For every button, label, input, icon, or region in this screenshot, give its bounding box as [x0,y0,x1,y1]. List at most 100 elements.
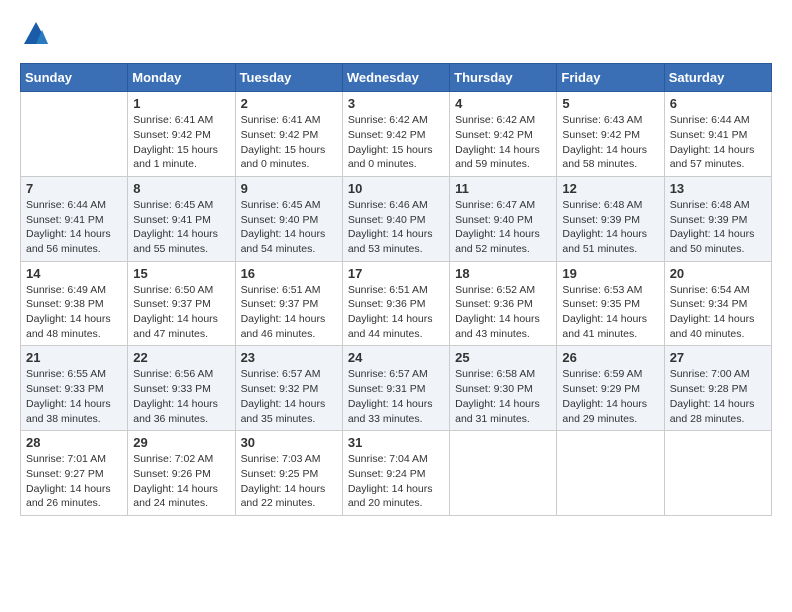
calendar-cell [21,92,128,177]
calendar-table: SundayMondayTuesdayWednesdayThursdayFrid… [20,63,772,516]
day-info: Sunrise: 6:53 AM Sunset: 9:35 PM Dayligh… [562,283,658,342]
day-number: 22 [133,350,229,365]
calendar-cell: 7 Sunrise: 6:44 AM Sunset: 9:41 PM Daylig… [21,176,128,261]
col-header-friday: Friday [557,64,664,92]
day-info: Sunrise: 7:00 AM Sunset: 9:28 PM Dayligh… [670,367,766,426]
calendar-cell: 30Sunrise: 7:03 AM Sunset: 9:25 PM Dayli… [235,431,342,516]
day-number: 16 [241,266,337,281]
calendar-cell: 6 Sunrise: 6:44 AM Sunset: 9:41 PM Daylig… [664,92,771,177]
day-info: Sunrise: 6:43 AM Sunset: 9:42 PM Dayligh… [562,113,658,172]
calendar-cell: 4Sunrise: 6:42 AM Sunset: 9:42 PM Daylig… [450,92,557,177]
day-info: Sunrise: 7:04 AM Sunset: 9:24 PM Dayligh… [348,452,444,511]
calendar-cell [664,431,771,516]
logo [20,20,50,53]
calendar-cell: 21 Sunrise: 6:55 AM Sunset: 9:33 PM Dayli… [21,346,128,431]
day-info: Sunrise: 6:57 AM Sunset: 9:31 PM Dayligh… [348,367,444,426]
calendar-week-1: 7 Sunrise: 6:44 AM Sunset: 9:41 PM Daylig… [21,176,772,261]
day-info: Sunrise: 6:58 AM Sunset: 9:30 PM Dayligh… [455,367,551,426]
calendar-cell: 13 Sunrise: 6:48 AM Sunset: 9:39 PM Dayli… [664,176,771,261]
day-number: 26 [562,350,658,365]
day-number: 30 [241,435,337,450]
day-info: Sunrise: 6:44 AM Sunset: 9:41 PM Dayligh… [670,113,766,172]
day-number: 1 [133,96,229,111]
day-info: Sunrise: 6:49 AM Sunset: 9:38 PM Dayligh… [26,283,122,342]
calendar-cell: 22 Sunrise: 6:56 AM Sunset: 9:33 PM Dayli… [128,346,235,431]
calendar-cell: 12 Sunrise: 6:48 AM Sunset: 9:39 PM Dayli… [557,176,664,261]
day-info: Sunrise: 6:45 AM Sunset: 9:41 PM Dayligh… [133,198,229,257]
day-info: Sunrise: 6:55 AM Sunset: 9:33 PM Dayligh… [26,367,122,426]
day-info: Sunrise: 6:59 AM Sunset: 9:29 PM Dayligh… [562,367,658,426]
calendar-cell: 3 Sunrise: 6:42 AM Sunset: 9:42 PM Daylig… [342,92,449,177]
day-info: Sunrise: 6:41 AM Sunset: 9:42 PM Dayligh… [241,113,337,172]
col-header-monday: Monday [128,64,235,92]
day-info: Sunrise: 6:46 AM Sunset: 9:40 PM Dayligh… [348,198,444,257]
day-number: 3 [348,96,444,111]
day-info: Sunrise: 6:45 AM Sunset: 9:40 PM Dayligh… [241,198,337,257]
day-number: 13 [670,181,766,196]
calendar-header-row: SundayMondayTuesdayWednesdayThursdayFrid… [21,64,772,92]
day-number: 14 [26,266,122,281]
day-info: Sunrise: 6:51 AM Sunset: 9:36 PM Dayligh… [348,283,444,342]
col-header-tuesday: Tuesday [235,64,342,92]
day-number: 19 [562,266,658,281]
day-number: 12 [562,181,658,196]
calendar-cell: 19 Sunrise: 6:53 AM Sunset: 9:35 PM Dayli… [557,261,664,346]
day-number: 17 [348,266,444,281]
day-info: Sunrise: 6:56 AM Sunset: 9:33 PM Dayligh… [133,367,229,426]
day-number: 9 [241,181,337,196]
day-number: 24 [348,350,444,365]
calendar-cell [450,431,557,516]
day-number: 5 [562,96,658,111]
day-info: Sunrise: 7:02 AM Sunset: 9:26 PM Dayligh… [133,452,229,511]
day-info: Sunrise: 6:44 AM Sunset: 9:41 PM Dayligh… [26,198,122,257]
day-number: 6 [670,96,766,111]
calendar-week-3: 21 Sunrise: 6:55 AM Sunset: 9:33 PM Dayli… [21,346,772,431]
day-info: Sunrise: 6:42 AM Sunset: 9:42 PM Dayligh… [348,113,444,172]
col-header-wednesday: Wednesday [342,64,449,92]
calendar-cell [557,431,664,516]
day-number: 28 [26,435,122,450]
calendar-cell: 11 Sunrise: 6:47 AM Sunset: 9:40 PM Dayli… [450,176,557,261]
calendar-cell: 16Sunrise: 6:51 AM Sunset: 9:37 PM Dayli… [235,261,342,346]
calendar-cell: 26 Sunrise: 6:59 AM Sunset: 9:29 PM Dayli… [557,346,664,431]
day-number: 15 [133,266,229,281]
day-number: 8 [133,181,229,196]
calendar-cell: 31 Sunrise: 7:04 AM Sunset: 9:24 PM Dayli… [342,431,449,516]
day-number: 11 [455,181,551,196]
calendar-cell: 20 Sunrise: 6:54 AM Sunset: 9:34 PM Dayli… [664,261,771,346]
day-info: Sunrise: 6:54 AM Sunset: 9:34 PM Dayligh… [670,283,766,342]
calendar-cell: 10 Sunrise: 6:46 AM Sunset: 9:40 PM Dayli… [342,176,449,261]
day-number: 23 [241,350,337,365]
calendar-cell: 1 Sunrise: 6:41 AM Sunset: 9:42 PM Daylig… [128,92,235,177]
col-header-thursday: Thursday [450,64,557,92]
day-info: Sunrise: 6:41 AM Sunset: 9:42 PM Dayligh… [133,113,229,172]
day-info: Sunrise: 6:52 AM Sunset: 9:36 PM Dayligh… [455,283,551,342]
day-info: Sunrise: 6:48 AM Sunset: 9:39 PM Dayligh… [670,198,766,257]
day-info: Sunrise: 6:42 AM Sunset: 9:42 PM Dayligh… [455,113,551,172]
day-number: 2 [241,96,337,111]
calendar-cell: 14 Sunrise: 6:49 AM Sunset: 9:38 PM Dayli… [21,261,128,346]
calendar-cell: 9 Sunrise: 6:45 AM Sunset: 9:40 PM Daylig… [235,176,342,261]
calendar-cell: 5 Sunrise: 6:43 AM Sunset: 9:42 PM Daylig… [557,92,664,177]
day-number: 27 [670,350,766,365]
calendar-cell: 15Sunrise: 6:50 AM Sunset: 9:37 PM Dayli… [128,261,235,346]
col-header-sunday: Sunday [21,64,128,92]
calendar-cell: 8 Sunrise: 6:45 AM Sunset: 9:41 PM Daylig… [128,176,235,261]
day-number: 10 [348,181,444,196]
day-number: 31 [348,435,444,450]
day-number: 20 [670,266,766,281]
calendar-cell: 23Sunrise: 6:57 AM Sunset: 9:32 PM Dayli… [235,346,342,431]
day-number: 7 [26,181,122,196]
day-number: 21 [26,350,122,365]
calendar-week-0: 1 Sunrise: 6:41 AM Sunset: 9:42 PM Daylig… [21,92,772,177]
day-info: Sunrise: 6:48 AM Sunset: 9:39 PM Dayligh… [562,198,658,257]
logo-icon [22,20,50,48]
day-number: 29 [133,435,229,450]
day-number: 25 [455,350,551,365]
day-number: 18 [455,266,551,281]
calendar-cell: 25 Sunrise: 6:58 AM Sunset: 9:30 PM Dayli… [450,346,557,431]
day-info: Sunrise: 6:47 AM Sunset: 9:40 PM Dayligh… [455,198,551,257]
calendar-cell: 27 Sunrise: 7:00 AM Sunset: 9:28 PM Dayli… [664,346,771,431]
page-header [20,20,772,53]
calendar-week-4: 28Sunrise: 7:01 AM Sunset: 9:27 PM Dayli… [21,431,772,516]
